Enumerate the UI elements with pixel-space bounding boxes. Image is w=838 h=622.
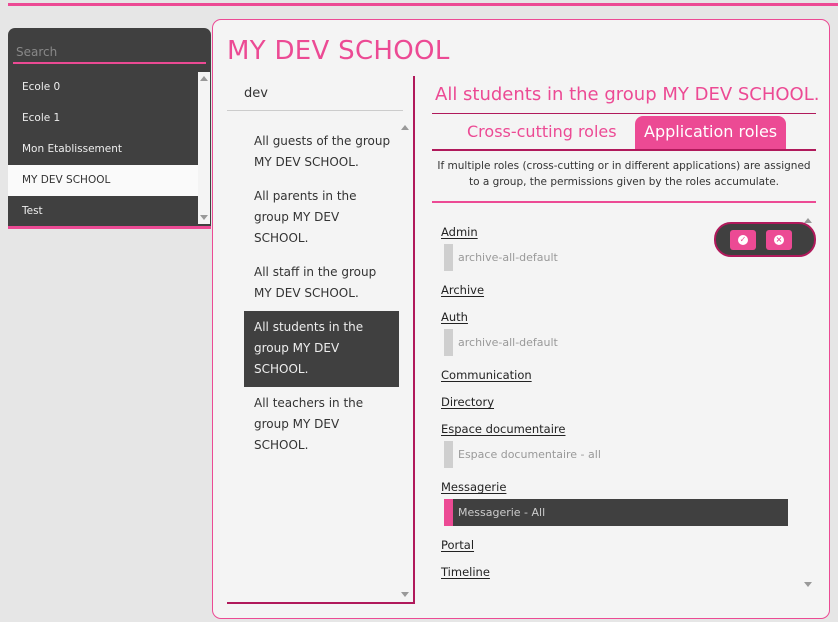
role-toggle-bar[interactable]: [444, 441, 453, 468]
school-list: Ecole 0 Ecole 1 Mon Etablissement MY DEV…: [8, 72, 198, 227]
app-link-timeline[interactable]: Timeline: [441, 564, 791, 591]
scroll-down-icon[interactable]: [200, 215, 208, 220]
page-title: MY DEV SCHOOL: [227, 36, 450, 66]
role-toggle-bar[interactable]: [444, 329, 453, 356]
roles-scroll-down-icon[interactable]: [804, 582, 812, 587]
group-column: dev All guests of the group MY DEV SCHOO…: [227, 76, 415, 604]
info-divider: [432, 201, 816, 203]
role-action-bar: ✓ ×: [714, 222, 816, 257]
school-detail-panel: MY DEV SCHOOL dev All guests of the grou…: [212, 19, 830, 619]
school-item-test[interactable]: Test: [8, 196, 198, 227]
cancel-button[interactable]: ×: [766, 230, 792, 250]
group-list: All guests of the group MY DEV SCHOOL. A…: [244, 125, 399, 463]
school-list-scrollbar[interactable]: [198, 72, 210, 224]
tab-cross-cutting-roles[interactable]: Cross-cutting roles: [458, 116, 626, 149]
selected-group-heading: All students in the group MY DEV SCHOOL.: [435, 84, 820, 105]
applications-list: Admin archive-all-default Archive Auth a…: [441, 224, 791, 591]
group-item-staff[interactable]: All staff in the group MY DEV SCHOOL.: [244, 256, 399, 311]
school-list-panel: Ecole 0 Ecole 1 Mon Etablissement MY DEV…: [8, 28, 211, 229]
close-circle-icon: ×: [774, 235, 784, 245]
group-filter-input[interactable]: dev: [244, 86, 268, 101]
check-circle-icon: ✓: [738, 235, 748, 245]
app-link-portal[interactable]: Portal: [441, 537, 791, 564]
app-link-archive[interactable]: Archive: [441, 282, 791, 309]
group-scroll-up-icon[interactable]: [401, 125, 409, 130]
roles-column: All students in the group MY DEV SCHOOL.…: [432, 76, 820, 604]
scroll-up-icon[interactable]: [200, 76, 208, 81]
group-item-guests[interactable]: All guests of the group MY DEV SCHOOL.: [244, 125, 399, 180]
role-label: archive-all-default: [458, 251, 558, 264]
roles-info-text: If multiple roles (cross-cutting or in d…: [437, 160, 811, 188]
confirm-button[interactable]: ✓: [730, 230, 756, 250]
group-item-students[interactable]: All students in the group MY DEV SCHOOL.: [244, 311, 399, 387]
heading-divider: [432, 113, 816, 114]
school-search-wrapper: [13, 38, 206, 64]
role-label: archive-all-default: [458, 336, 558, 349]
app-link-communication[interactable]: Communication: [441, 367, 791, 394]
role-row-espace-documentaire[interactable]: Espace documentaire - all: [441, 441, 791, 471]
school-item-ecole-1[interactable]: Ecole 1: [8, 103, 198, 134]
role-toggle-bar[interactable]: [444, 499, 453, 526]
school-item-ecole-0[interactable]: Ecole 0: [8, 72, 198, 103]
school-search-input[interactable]: [13, 38, 206, 62]
role-label: Messagerie - All: [458, 506, 546, 519]
group-item-teachers[interactable]: All teachers in the group MY DEV SCHOOL.: [244, 387, 399, 463]
tab-application-roles[interactable]: Application roles: [635, 116, 787, 149]
role-row-auth[interactable]: archive-all-default: [441, 329, 791, 359]
school-item-my-dev-school[interactable]: MY DEV SCHOOL: [8, 165, 198, 196]
app-link-directory[interactable]: Directory: [441, 394, 791, 421]
role-tabs: Cross-cutting roles Application roles: [432, 116, 816, 151]
role-toggle-bar[interactable]: [444, 244, 453, 271]
role-row-messagerie[interactable]: Messagerie - All: [441, 499, 791, 529]
group-filter-divider: [227, 110, 403, 111]
group-scroll-down-icon[interactable]: [401, 592, 409, 597]
top-accent-line: [8, 3, 838, 6]
role-label: Espace documentaire - all: [458, 448, 601, 461]
group-item-parents[interactable]: All parents in the group MY DEV SCHOOL.: [244, 180, 399, 256]
school-item-mon-etablissement[interactable]: Mon Etablissement: [8, 134, 198, 165]
